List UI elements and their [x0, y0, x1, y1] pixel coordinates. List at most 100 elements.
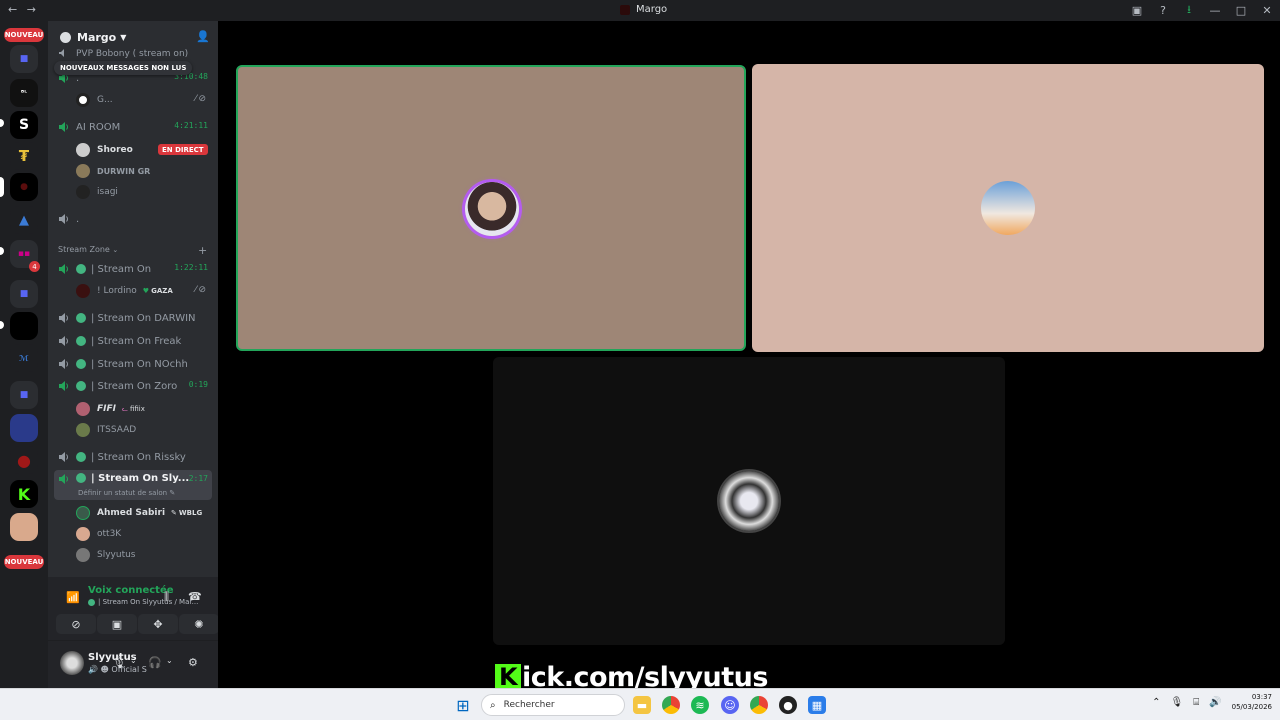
- voice-user[interactable]: ITSSAAD: [76, 420, 212, 440]
- maximize-button[interactable]: □: [1228, 4, 1254, 17]
- server-icon-5[interactable]: ℳ: [10, 344, 38, 372]
- speaker-active-icon: [58, 473, 70, 485]
- speaker-icon: [58, 451, 70, 463]
- new-servers-badge[interactable]: NOUVEAU: [4, 555, 44, 569]
- voice-channel-stream-rissky[interactable]: | Stream On Rissky: [54, 447, 212, 467]
- voice-connection-panel: 📶 Voix connectée | Stream On Slyyutus / …: [48, 577, 219, 641]
- chevron-up-icon[interactable]: ⌃: [1152, 697, 1160, 708]
- voice-channel-ai-room[interactable]: AI ROOM 4:21:11: [54, 117, 212, 137]
- server-icon-6[interactable]: [10, 414, 38, 442]
- voice-channel-stream-on[interactable]: | Stream On 1:22:11: [54, 259, 212, 279]
- voice-user[interactable]: Ahmed Sabiri ✎ WBLG: [76, 503, 212, 523]
- voice-channel-stream-darwin[interactable]: | Stream On DARWIN: [54, 308, 212, 328]
- add-channel-icon[interactable]: +: [198, 244, 207, 257]
- disconnect-icon[interactable]: ☎: [188, 590, 202, 603]
- chevron-down-icon[interactable]: ⌄: [166, 656, 173, 665]
- screen-share-button[interactable]: ▣: [97, 614, 137, 634]
- speaker-icon: [58, 312, 70, 324]
- user-name: ott3K: [97, 529, 122, 539]
- noise-suppression-icon[interactable]: ⫼: [164, 590, 169, 604]
- voice-user[interactable]: DURWIN GR: [76, 161, 212, 181]
- headphones-icon[interactable]: 🎧: [148, 656, 162, 669]
- participant-tile-speaking[interactable]: [236, 65, 746, 351]
- file-explorer-icon[interactable]: ▬: [633, 696, 651, 714]
- volume-icon[interactable]: 🔊: [1209, 697, 1221, 708]
- user-name: Slyyutus: [97, 550, 136, 560]
- channel-name: | Stream On Sly...: [91, 473, 190, 484]
- voice-user[interactable]: ! Lordino ♥ GAZA ⁄⊘: [76, 281, 212, 301]
- discord-icon[interactable]: ☺: [721, 696, 739, 714]
- participant-tile[interactable]: [493, 357, 1005, 645]
- category-stream-zone[interactable]: Stream Zone ⌄ +: [58, 244, 207, 257]
- activities-button[interactable]: ✥: [138, 614, 178, 634]
- back-arrow-icon[interactable]: ←: [8, 3, 17, 16]
- voice-channel-path[interactable]: | Stream On Slyyutus / Mar...: [88, 598, 198, 606]
- voice-channel-dot-2[interactable]: .: [54, 209, 212, 229]
- windows-start-icon[interactable]: ⊞: [454, 696, 472, 715]
- app-icon[interactable]: ●: [779, 696, 797, 714]
- avatar: [76, 402, 90, 416]
- calculator-icon[interactable]: ▦: [808, 696, 826, 714]
- speaker-active-icon: [58, 380, 70, 392]
- green-circle-emoji: [76, 381, 86, 391]
- server-icon-8[interactable]: [10, 513, 38, 541]
- close-button[interactable]: ✕: [1254, 4, 1280, 17]
- network-icon[interactable]: ⌸: [1193, 697, 1199, 708]
- voice-channel-stream-slyyutus[interactable]: | Stream On Sly... 2:17 Définir un statu…: [54, 470, 212, 500]
- server-icon-3[interactable]: ₮: [10, 142, 38, 170]
- clock-date: 05/03/2026: [1231, 703, 1272, 711]
- minimize-button[interactable]: —: [1202, 4, 1228, 17]
- new-servers-badge[interactable]: NOUVEAU: [4, 28, 44, 42]
- voice-status[interactable]: Voix connectée: [88, 585, 174, 596]
- voice-channel-stream-zoro[interactable]: | Stream On Zoro 0:19: [54, 376, 212, 396]
- avatar: [76, 548, 90, 562]
- server-icon-4[interactable]: [10, 312, 38, 340]
- participant-tile[interactable]: [752, 64, 1264, 352]
- download-icon[interactable]: ⭳: [1176, 1, 1202, 20]
- set-channel-status[interactable]: Définir un statut de salon ✎: [78, 489, 175, 497]
- server-icon-awax[interactable]: ▲: [10, 206, 38, 234]
- clock[interactable]: 03:37 05/03/2026: [1232, 692, 1272, 712]
- search-icon: ⌕: [490, 699, 496, 711]
- help-icon[interactable]: ?: [1150, 4, 1176, 17]
- soundboard-button[interactable]: ✺: [179, 614, 219, 634]
- server-icon-2[interactable]: S: [10, 111, 38, 139]
- microphone-icon[interactable]: 🎙: [1170, 697, 1183, 708]
- voice-channel-pvp[interactable]: PVP Bobony ( stream on): [54, 47, 212, 61]
- server-icon-7[interactable]: ●: [10, 446, 38, 474]
- inbox-icon[interactable]: ▣: [1124, 4, 1150, 17]
- voice-user[interactable]: Slyyutus: [76, 545, 212, 565]
- server-folder-icon[interactable]: ■: [10, 45, 38, 73]
- settings-gear-icon[interactable]: ⚙: [188, 656, 198, 669]
- server-icon-kick[interactable]: K: [10, 480, 38, 508]
- window-titlebar: ← → Margo ▣ ? ⭳ — □ ✕: [0, 0, 1280, 21]
- camera-off-button[interactable]: ⊘: [56, 614, 96, 634]
- channel-name: | Stream On NOchh: [91, 358, 188, 370]
- selected-server-pill: [0, 177, 4, 197]
- server-folder-icon[interactable]: ■: [10, 280, 38, 308]
- server-icon-1[interactable]: ᴮᴸ: [10, 79, 38, 107]
- voice-channel-stream-nochh[interactable]: | Stream On NOchh: [54, 354, 212, 374]
- voice-user[interactable]: G... ⁄⊘: [76, 90, 212, 110]
- add-member-icon[interactable]: 👤: [196, 30, 210, 43]
- spotify-icon[interactable]: ≋: [691, 696, 709, 714]
- server-folder-icon[interactable]: ■: [10, 381, 38, 409]
- voice-user[interactable]: Shoreo EN DIRECT: [76, 140, 212, 160]
- unread-messages-banner[interactable]: NOUVEAUX MESSAGES NON LUS: [54, 61, 193, 75]
- voice-channel-stream-freak[interactable]: | Stream On Freak: [54, 331, 212, 351]
- taskbar-search[interactable]: ⌕ Rechercher: [481, 694, 625, 716]
- chrome-icon[interactable]: [662, 696, 680, 714]
- server-icon-margo[interactable]: ●: [10, 173, 38, 201]
- signal-icon[interactable]: 📶: [66, 591, 80, 604]
- channel-timer: 1:22:11: [174, 263, 208, 272]
- green-circle-emoji: [76, 264, 86, 274]
- voice-user[interactable]: isagi: [76, 182, 212, 202]
- avatar[interactable]: [60, 651, 84, 675]
- microphone-icon[interactable]: 🎙: [112, 656, 126, 669]
- forward-arrow-icon[interactable]: →: [27, 3, 36, 16]
- chevron-down-icon[interactable]: ⌄: [130, 656, 137, 665]
- voice-user[interactable]: FIFI ᓚ fifiix: [76, 399, 212, 419]
- voice-user[interactable]: ott3K: [76, 524, 212, 544]
- chrome-icon[interactable]: [750, 696, 768, 714]
- server-tag: ᓚ fifiix: [122, 405, 145, 413]
